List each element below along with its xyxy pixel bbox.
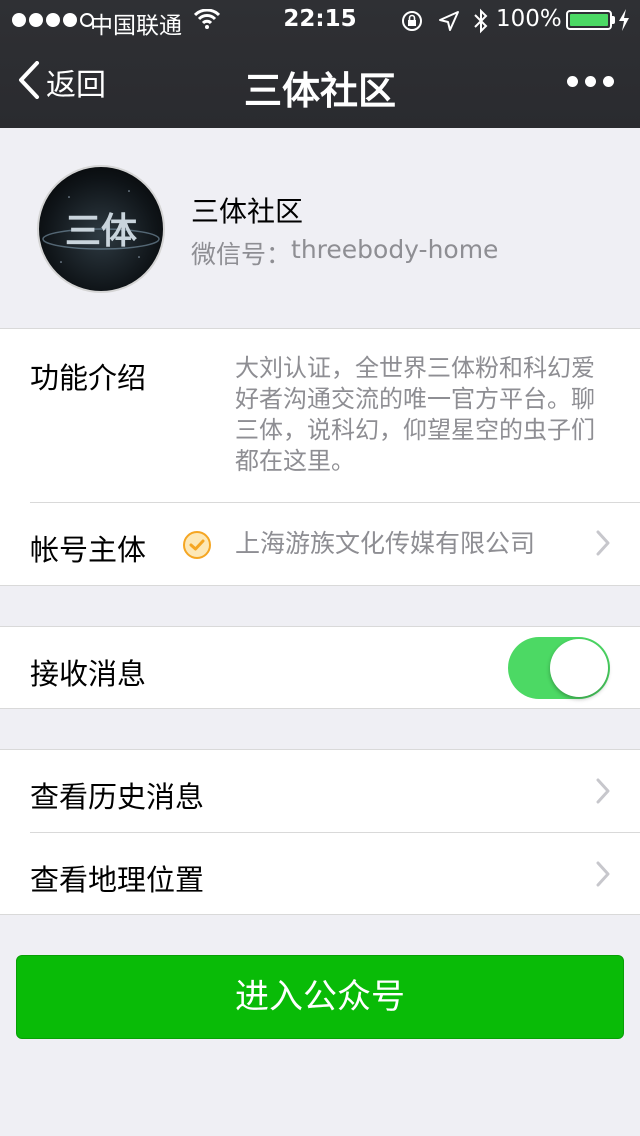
receive-row: 接收消息 [0, 627, 640, 708]
wifi-icon [193, 8, 221, 35]
bluetooth-icon [474, 8, 488, 40]
intro-label: 功能介绍 [30, 361, 147, 395]
wechat-id-value: threebody-home [291, 235, 499, 264]
intro-text: 大刘认证，全世界三体粉和科幻爱好者沟通交流的唯一官方平台。聊三体，说科幻，仰望星… [235, 354, 595, 475]
info-section: 功能介绍 大刘认证，全世界三体粉和科幻爱好者沟通交流的唯一官方平台。聊三体，说科… [0, 328, 640, 586]
history-row[interactable]: 查看历史消息 [0, 750, 640, 832]
location-icon [438, 10, 460, 38]
back-button[interactable]: 返回 [18, 60, 106, 104]
svg-text:三体: 三体 [65, 211, 137, 252]
intro-row: 功能介绍 大刘认证，全世界三体粉和科幻爱好者沟通交流的唯一官方平台。聊三体，说科… [0, 329, 640, 502]
wechat-id: 微信号： threebody-home [191, 235, 498, 271]
verified-icon [183, 531, 211, 559]
battery-icon [566, 10, 612, 30]
account-value: 上海游族文化传媒有限公司 [235, 529, 536, 558]
profile-name: 三体社区 [191, 195, 304, 228]
account-label: 帐号主体 [30, 533, 147, 567]
toggle-knob [550, 639, 608, 697]
chevron-left-icon [18, 61, 40, 103]
receive-toggle[interactable] [508, 637, 610, 699]
chevron-right-icon [596, 530, 610, 560]
profile-header: 三体 三体社区 微信号： threebody-home [0, 128, 640, 328]
location-row[interactable]: 查看地理位置 [0, 832, 640, 914]
more-dot-icon [585, 76, 596, 87]
more-dot-icon [603, 76, 614, 87]
signal-icon [12, 13, 94, 27]
receive-section: 接收消息 [0, 626, 640, 709]
chevron-right-icon [596, 861, 610, 891]
avatar-logo-icon: 三体 [42, 190, 160, 263]
account-row[interactable]: 帐号主体 上海游族文化传媒有限公司 [0, 502, 640, 585]
top-bar: 中国联通 22:15 100% 返回 三体社区 [0, 0, 640, 128]
avatar[interactable]: 三体 [37, 165, 165, 293]
chevron-right-icon [596, 778, 610, 808]
links-section: 查看历史消息 查看地理位置 [0, 749, 640, 915]
battery-percent: 100% [496, 6, 562, 32]
carrier-label: 中国联通 [90, 13, 182, 39]
wechat-id-label: 微信号： [191, 240, 292, 269]
enter-account-button[interactable]: 进入公众号 [16, 955, 624, 1039]
navigation-bar: 返回 三体社区 [0, 40, 640, 128]
status-bar: 中国联通 22:15 100% [0, 0, 640, 40]
location-label: 查看地理位置 [30, 863, 205, 897]
charging-icon [618, 9, 630, 37]
more-dot-icon [567, 76, 578, 87]
history-label: 查看历史消息 [30, 780, 205, 814]
rotation-lock-icon [400, 9, 424, 39]
more-button[interactable] [567, 76, 614, 87]
receive-label: 接收消息 [30, 657, 147, 691]
back-label: 返回 [46, 68, 106, 103]
